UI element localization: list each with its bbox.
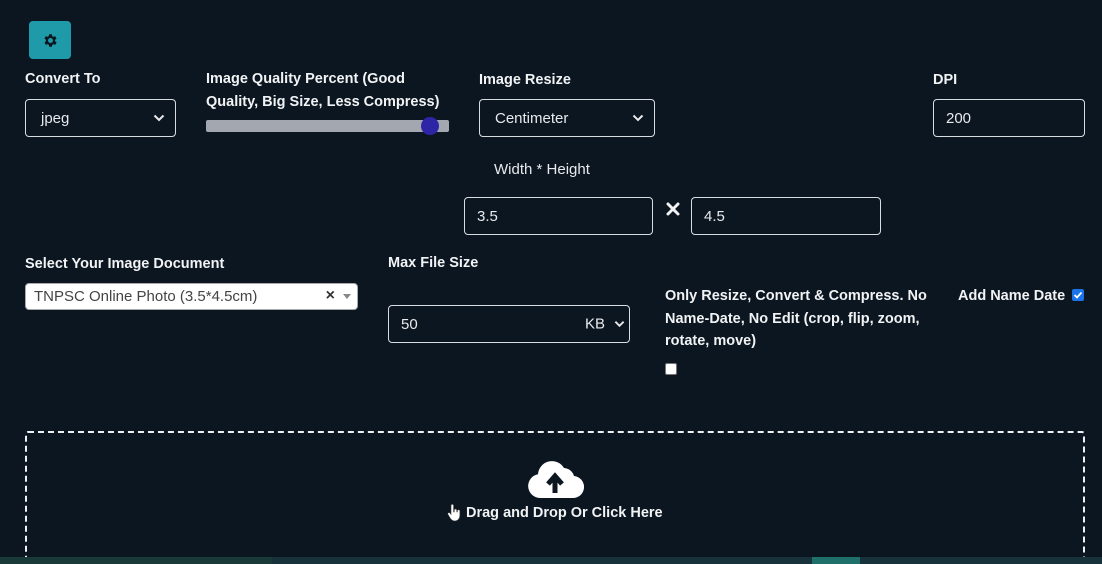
chevron-down-icon [153,114,165,122]
quality-slider[interactable] [206,117,449,135]
height-input[interactable]: 4.5 [691,197,881,235]
document-select[interactable]: TNPSC Online Photo (3.5*4.5cm) × [25,283,358,310]
dpi-label: DPI [933,72,958,88]
height-value: 4.5 [704,207,725,225]
max-file-size-label: Max File Size [388,255,479,271]
only-resize-checkbox[interactable] [665,363,677,375]
chevron-down-icon [632,114,644,122]
bottom-strip [0,557,1102,564]
resize-label: Image Resize [479,72,571,88]
dpi-value: 200 [946,109,972,127]
bottom-strip-left [0,557,272,564]
document-value: TNPSC Online Photo (3.5*4.5cm) [34,288,258,305]
settings-button[interactable] [29,21,71,59]
image-converter-page: Convert To jpeg Image Quality Percent (G… [0,0,1102,564]
bottom-strip-accent [812,557,860,564]
only-resize-label: Only Resize, Convert & Compress. No Name… [665,288,927,349]
dropzone-text: Drag and Drop Or Click Here [466,505,663,521]
convert-to-select[interactable]: jpeg [25,99,176,137]
times-icon [666,202,680,216]
resize-unit-select[interactable]: Centimeter [479,99,655,137]
convert-to-value: jpeg [41,109,70,127]
document-label: Select Your Image Document [25,256,225,272]
quality-label-line2: Quality, Big Size, Less Compress) [206,94,440,110]
gear-icon [43,33,57,47]
file-size-unit-select[interactable]: KB [585,316,605,333]
hand-pointer-icon [447,504,461,522]
dimensions-label: Width * Height [494,161,590,178]
checkmark-icon [1073,291,1083,299]
width-value: 3.5 [477,207,498,225]
clear-icon[interactable]: × [326,287,335,305]
quality-label-line1: Image Quality Percent (Good [206,71,406,87]
dpi-input[interactable]: 200 [933,99,1085,137]
cloud-upload-icon [528,461,584,499]
resize-unit-value: Centimeter [495,109,569,127]
add-name-date-label: Add Name Date [958,288,1066,304]
dropdown-arrow-icon [343,294,351,299]
width-input[interactable]: 3.5 [464,197,653,235]
dropzone-prompt[interactable]: Drag and Drop Or Click Here [447,502,663,524]
add-name-date-checkbox[interactable] [1072,289,1084,301]
max-file-size-input[interactable]: 50 KB [388,305,630,343]
convert-to-label: Convert To [25,71,101,87]
max-file-size-value: 50 [401,315,418,333]
chevron-down-icon [614,321,625,328]
quality-slider-thumb[interactable] [420,117,439,135]
